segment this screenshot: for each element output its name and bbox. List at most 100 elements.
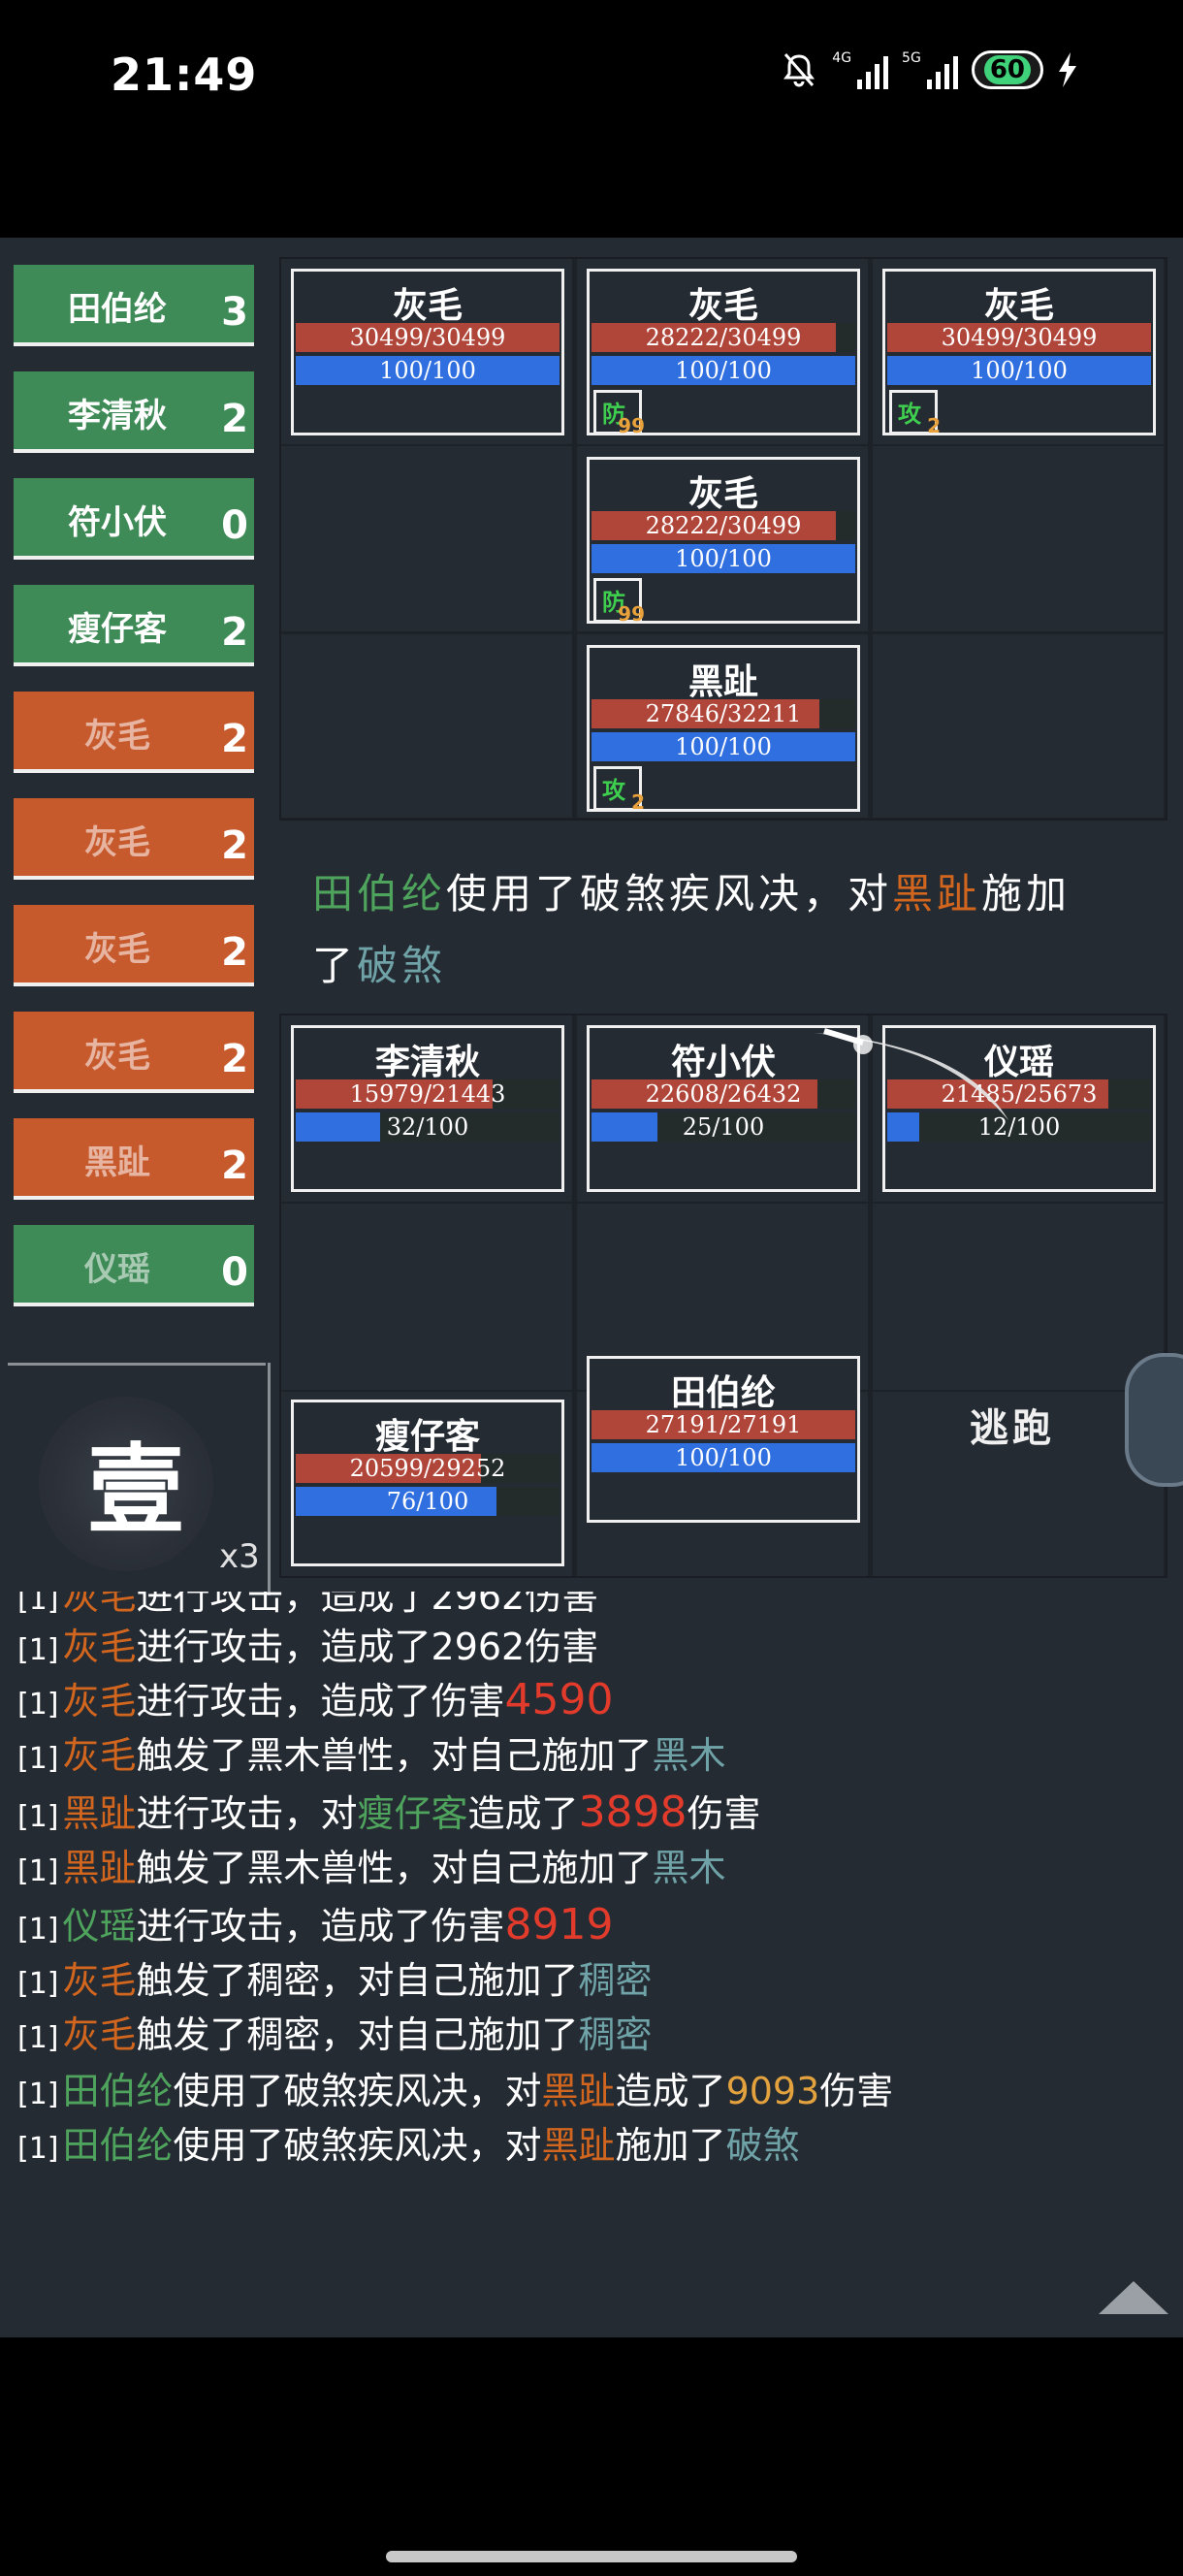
- turn-order-item[interactable]: 黑趾 2: [14, 1118, 254, 1200]
- status-bar: 21:49 4G 5G 60: [0, 0, 1183, 155]
- log-t2: 伤害: [431, 1680, 505, 1723]
- log-e: 黑木: [652, 1734, 726, 1777]
- hp-bar-text: 27191/27191: [645, 1411, 802, 1438]
- speed-toggle[interactable]: x3: [219, 1537, 260, 1576]
- log-a: 灰毛: [62, 1959, 137, 2002]
- ally-unit-card[interactable]: 李清秋 15979/21443 32/100: [291, 1025, 564, 1192]
- buff-icon[interactable]: 防 99: [593, 390, 645, 437]
- charging-icon: [1059, 52, 1076, 87]
- turn-order-item[interactable]: 灰毛 2: [14, 692, 254, 773]
- enemy-unit-card[interactable]: 灰毛 28222/30499 100/100 防 99: [587, 457, 860, 626]
- log-t1: 进行攻击，对: [136, 1792, 358, 1835]
- hp-bar: 28222/30499: [592, 323, 855, 352]
- grid-cell[interactable]: [873, 1204, 1164, 1390]
- enemy-unit-card[interactable]: 灰毛 30499/30499 100/100 攻 2: [882, 269, 1156, 437]
- log-e: 稠密: [578, 1959, 653, 2002]
- turn-order-item[interactable]: 李清秋 2: [14, 371, 254, 453]
- unit-name: 灰毛: [392, 286, 463, 326]
- enemy-unit-card[interactable]: 黑趾 27846/32211 100/100 攻 2: [587, 645, 860, 814]
- log-a: 仪瑶: [62, 1905, 137, 1948]
- turn-order-name: 灰毛: [84, 823, 150, 862]
- log-tg: 瘦仔客: [357, 1792, 468, 1835]
- log-b: [1]: [17, 2077, 59, 2111]
- action-target: 黑趾: [892, 870, 982, 918]
- turn-order-count: 2: [221, 1037, 248, 1081]
- home-indicator[interactable]: [386, 2551, 797, 2562]
- buff-type: 攻: [898, 401, 921, 428]
- clock: 21:49: [111, 48, 258, 101]
- battle-screen: 田伯纶 3 李清秋 2 符小伏 0 瘦仔客 2 灰毛 2 灰毛 2 灰毛 2 灰毛 2 黑趾 2 仪瑶 0 壹 x3 …: [0, 238, 1183, 2337]
- log-t1: 触发了稠密，对自己施加了: [136, 1959, 579, 2002]
- log-n: 4590: [504, 1675, 614, 1724]
- log-t2: 造成了: [467, 1792, 579, 1835]
- battle-log[interactable]: [1] 灰毛进行攻击，造成了2962伤害 [1] 灰毛进行攻击，造成了2962伤害 [1…: [0, 1592, 1183, 2337]
- turn-order-item[interactable]: 田伯纶 3: [14, 265, 254, 346]
- sidebar-divider: [8, 1363, 266, 1366]
- buff-icon[interactable]: 防 99: [593, 578, 645, 626]
- log-line: [1] 黑趾触发了黑木兽性，对自己施加了黑木: [17, 1838, 726, 1891]
- flee-button[interactable]: 逃跑: [970, 1397, 1055, 1453]
- log-a: 田伯纶: [62, 2124, 174, 2167]
- mp-bar-text: 100/100: [379, 357, 476, 384]
- sword-slash-icon: [815, 1028, 1008, 1120]
- hp-bar-text: 27846/32211: [645, 700, 802, 727]
- log-t1: 进行攻击，造成了: [136, 1905, 432, 1948]
- turn-order-item[interactable]: 灰毛 2: [14, 798, 254, 880]
- log-a: 灰毛: [62, 1626, 137, 1668]
- hp-bar-text: 30499/30499: [349, 324, 506, 351]
- scroll-up-arrow-icon[interactable]: [1099, 2281, 1168, 2314]
- hp-bar: 27846/32211: [592, 699, 855, 728]
- turn-order-count: 2: [221, 1143, 248, 1188]
- unit-name: 灰毛: [687, 286, 758, 326]
- menu-emblem[interactable]: [1125, 1353, 1183, 1487]
- log-t1: 进行攻击，造成了2962伤害: [136, 1626, 599, 1668]
- mp-bar-text: 100/100: [971, 357, 1068, 384]
- log-b: [1]: [17, 1633, 59, 1667]
- turn-order-item[interactable]: 灰毛 2: [14, 1012, 254, 1093]
- log-t1: 使用了破煞疾风决，对: [173, 2124, 542, 2167]
- ally-unit-card[interactable]: 瘦仔客 20599/29252 76/100: [291, 1400, 564, 1566]
- turn-order-count: 2: [221, 823, 248, 868]
- log-b: [1]: [17, 1742, 59, 1776]
- turn-order-name: 灰毛: [84, 1037, 150, 1076]
- mp-bar: 76/100: [296, 1487, 560, 1516]
- mp-bar: 100/100: [887, 356, 1151, 385]
- grid-cell[interactable]: [873, 634, 1164, 818]
- log-tg: 黑趾: [541, 2070, 616, 2112]
- turn-order-item[interactable]: 灰毛 2: [14, 905, 254, 986]
- log-line: [1] 灰毛触发了稠密，对自己施加了稠密: [17, 2005, 653, 2058]
- turn-order-item[interactable]: 瘦仔客 2: [14, 585, 254, 666]
- buff-icon[interactable]: 攻2: [593, 766, 645, 814]
- mp-bar: 100/100: [592, 732, 855, 761]
- mp-bar: 32/100: [296, 1112, 560, 1142]
- log-a: 灰毛: [62, 2013, 137, 2056]
- grid-cell[interactable]: [873, 446, 1164, 631]
- battle-field: 田伯纶 3 李清秋 2 符小伏 0 瘦仔客 2 灰毛 2 灰毛 2 灰毛 2 灰毛 2 黑趾 2 仪瑶 0 壹 x3 …: [0, 238, 1183, 1770]
- status-icons: 4G 5G 60: [780, 50, 1078, 89]
- turn-order-item[interactable]: 仪瑶 0: [14, 1225, 254, 1306]
- turn-order-name: 黑趾: [84, 1143, 150, 1182]
- log-t2: 伤害: [431, 1905, 505, 1948]
- log-line: [1] 仪瑶进行攻击，造成了伤害8919: [17, 1896, 614, 1949]
- log-t1: 触发了黑木兽性，对自己施加了: [136, 1734, 653, 1777]
- log-n: 9093: [725, 2070, 820, 2112]
- bottom-bar: [0, 2337, 1183, 2576]
- log-a: 黑趾: [62, 1847, 137, 1889]
- grid-cell[interactable]: [281, 446, 572, 631]
- turn-order-name: 灰毛: [84, 717, 150, 756]
- turn-order-count: 3: [221, 290, 248, 335]
- log-e: 破煞: [725, 2124, 800, 2167]
- enemy-unit-card[interactable]: 灰毛 28222/30499 100/100 防 99: [587, 269, 860, 437]
- grid-cell[interactable]: [281, 634, 572, 818]
- ally-unit-card[interactable]: 田伯纶 27191/27191 100/100: [587, 1356, 860, 1523]
- buff-icon[interactable]: 攻2: [889, 390, 941, 437]
- action-actor: 田伯纶: [312, 870, 447, 918]
- enemy-unit-card[interactable]: 灰毛 30499/30499 100/100: [291, 269, 564, 435]
- log-a: 黑趾: [62, 1792, 137, 1835]
- mp-bar: 100/100: [592, 1443, 855, 1472]
- log-b: [1]: [17, 1913, 59, 1947]
- log-t3: 伤害: [687, 1792, 761, 1835]
- signal-sim2-icon: 5G: [902, 50, 958, 89]
- turn-order-item[interactable]: 符小伏 0: [14, 478, 254, 560]
- grid-cell[interactable]: [281, 1204, 572, 1390]
